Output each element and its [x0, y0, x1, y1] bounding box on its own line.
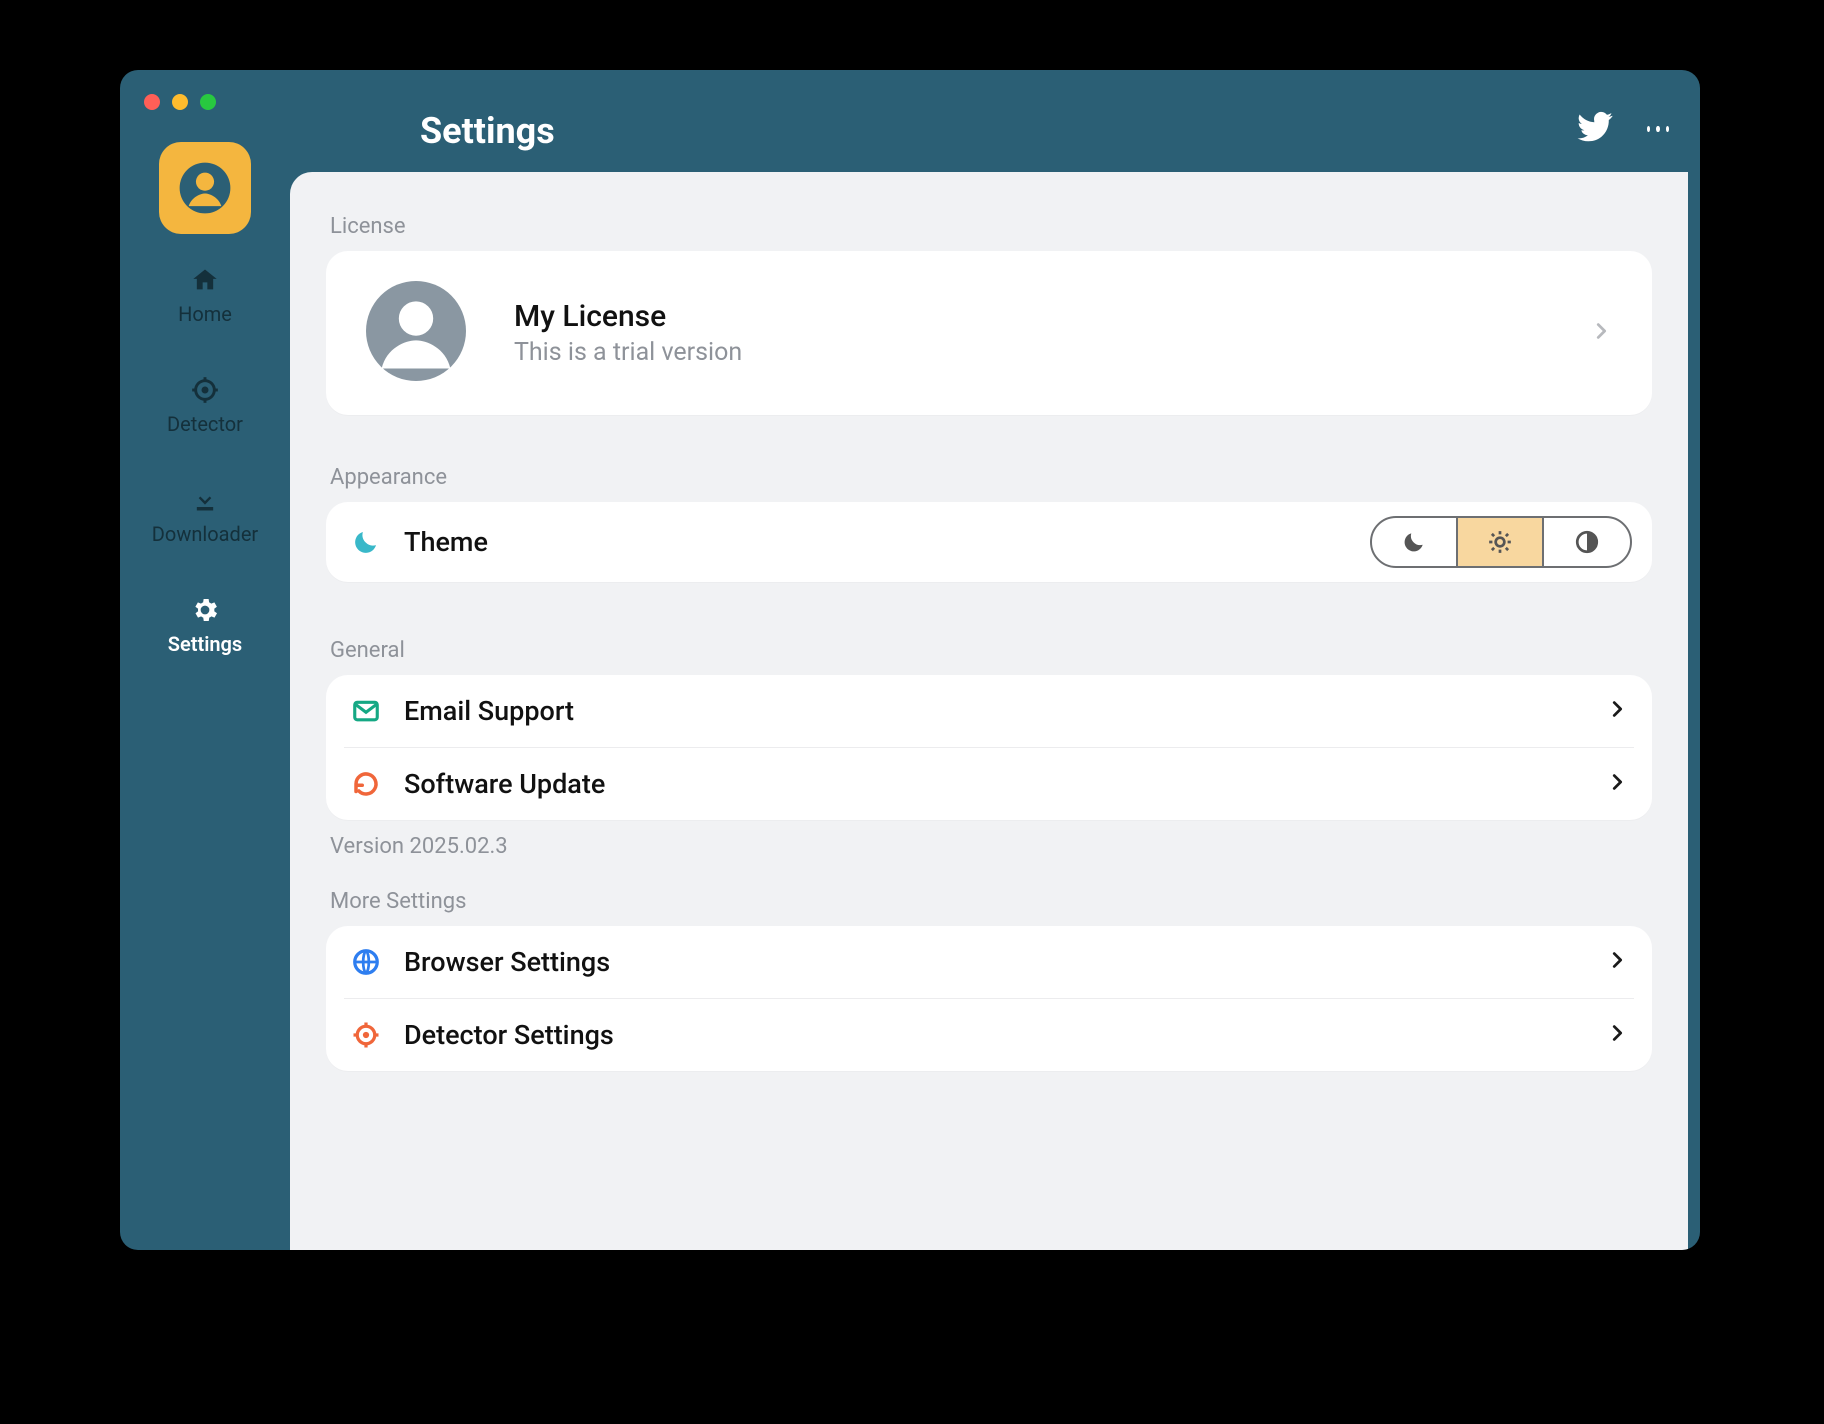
sidebar-item-detector[interactable]: Detector — [167, 374, 243, 436]
sidebar-item-label: Home — [178, 302, 232, 326]
chevron-right-icon — [1606, 771, 1628, 797]
sidebar-item-settings[interactable]: Settings — [168, 594, 242, 656]
header-actions — [1576, 108, 1672, 150]
detector-settings-row[interactable]: Detector Settings — [344, 998, 1634, 1071]
more-menu-icon[interactable] — [1644, 115, 1672, 143]
globe-icon — [350, 946, 382, 978]
home-icon — [189, 264, 221, 296]
version-footer: Version 2025.02.3 — [330, 834, 1652, 859]
section-header-license: License — [330, 214, 1652, 239]
detector-icon — [189, 374, 221, 406]
download-icon — [189, 484, 221, 516]
chevron-right-icon — [1606, 949, 1628, 975]
row-label: Software Update — [404, 768, 605, 800]
browser-settings-row[interactable]: Browser Settings — [326, 926, 1652, 998]
theme-label: Theme — [404, 526, 488, 558]
gear-icon — [189, 594, 221, 626]
license-subtitle: This is a trial version — [514, 338, 742, 367]
theme-row: Theme — [326, 502, 1652, 582]
chevron-right-icon — [1606, 698, 1628, 724]
sidebar-item-downloader[interactable]: Downloader — [152, 484, 258, 546]
row-label: Browser Settings — [404, 946, 610, 978]
sidebar-item-label: Downloader — [152, 522, 258, 546]
more-settings-card: Browser Settings Detector Setti — [326, 926, 1652, 1071]
section-header-appearance: Appearance — [330, 465, 1652, 490]
theme-option-light[interactable] — [1458, 518, 1544, 566]
content-panel: License My License This is a trial versi… — [290, 172, 1688, 1250]
header: Settings — [120, 70, 1700, 172]
mail-icon — [350, 695, 382, 727]
row-label: Detector Settings — [404, 1019, 614, 1051]
app-logo — [159, 142, 251, 234]
general-card: Email Support Software Update — [326, 675, 1652, 820]
user-avatar-icon — [366, 281, 466, 385]
section-header-more: More Settings — [330, 889, 1652, 914]
sidebar: Home Detector — [120, 130, 290, 1250]
email-support-row[interactable]: Email Support — [326, 675, 1652, 747]
page-title: Settings — [420, 110, 555, 152]
sidebar-item-home[interactable]: Home — [178, 264, 232, 326]
update-icon — [350, 768, 382, 800]
software-update-row[interactable]: Software Update — [344, 747, 1634, 820]
target-icon — [350, 1019, 382, 1051]
license-row[interactable]: My License This is a trial version — [326, 251, 1652, 415]
sidebar-item-label: Detector — [167, 412, 243, 436]
app-window: Settings Home — [120, 70, 1700, 1250]
row-label: Email Support — [404, 695, 574, 727]
theme-segmented-control — [1370, 516, 1632, 568]
section-header-general: General — [330, 638, 1652, 663]
theme-option-dark[interactable] — [1372, 518, 1458, 566]
license-title: My License — [514, 299, 742, 334]
license-text: My License This is a trial version — [514, 299, 742, 367]
chevron-right-icon — [1606, 1022, 1628, 1048]
theme-option-auto[interactable] — [1544, 518, 1630, 566]
twitter-icon[interactable] — [1576, 108, 1614, 150]
chevron-right-icon — [1590, 320, 1612, 346]
sidebar-item-label: Settings — [168, 632, 242, 656]
moon-icon — [350, 526, 382, 558]
